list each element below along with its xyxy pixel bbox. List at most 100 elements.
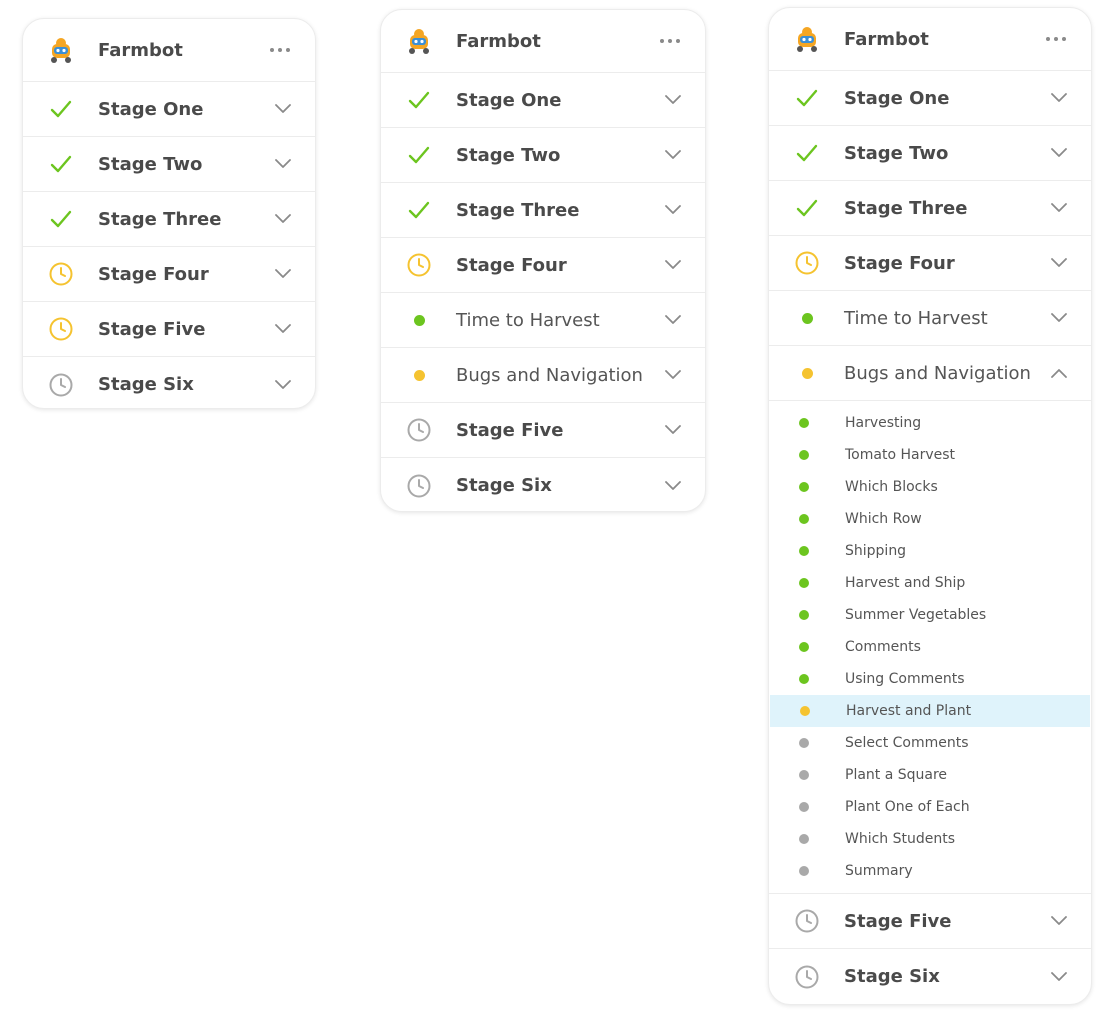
stage-row[interactable]: Stage Four (381, 238, 705, 293)
app-title: Farmbot (844, 28, 929, 50)
stage-row[interactable]: Time to Harvest (769, 291, 1091, 346)
lesson-item[interactable]: Which Students (769, 823, 1091, 855)
clock-icon (405, 472, 433, 500)
stage-row[interactable]: Stage Five (23, 302, 315, 357)
chevron-down-icon[interactable] (665, 480, 681, 491)
panel-header: Farmbot (23, 19, 315, 82)
lesson-item[interactable]: Plant a Square (769, 759, 1091, 791)
status-dot (799, 802, 809, 812)
lesson-item[interactable]: Harvest and Ship (769, 567, 1091, 599)
dot-icon (793, 304, 821, 332)
stage-panel-collapsed: Farmbot Stage One Stage Two Stage Three Stag… (22, 18, 316, 409)
chevron-down-icon[interactable] (275, 379, 291, 390)
lesson-item[interactable]: Summer Vegetables (769, 599, 1091, 631)
lesson-item[interactable]: Tomato Harvest (769, 439, 1091, 471)
status-dot (799, 866, 809, 876)
status-dot (799, 546, 809, 556)
panel-header: Farmbot (381, 10, 705, 73)
chevron-down-icon[interactable] (665, 95, 681, 105)
lesson-item[interactable]: Shipping (769, 535, 1091, 567)
clock-icon (47, 371, 75, 399)
stage-row[interactable]: Stage Four (769, 236, 1091, 291)
check-icon (47, 95, 75, 123)
check-icon (793, 194, 821, 222)
stage-label: Stage Four (98, 263, 209, 285)
status-dot (799, 578, 809, 588)
stage-row[interactable]: Stage Five (381, 403, 705, 458)
stage-label: Stage Two (98, 153, 203, 175)
stage-row[interactable]: Stage Five (769, 894, 1091, 949)
chevron-down-icon[interactable] (665, 260, 681, 270)
stage-row[interactable]: Stage One (23, 82, 315, 137)
more-dots-icon[interactable] (1045, 36, 1067, 42)
chevron-down-icon[interactable] (665, 315, 681, 325)
chevron-down-icon[interactable] (1051, 203, 1067, 213)
stage-label: Bugs and Navigation (844, 362, 1031, 384)
stage-label: Stage Six (844, 966, 940, 987)
stage-row[interactable]: Stage Two (381, 128, 705, 183)
chevron-down-icon[interactable] (665, 425, 681, 435)
stage-row[interactable]: Stage Three (23, 192, 315, 247)
lesson-item[interactable]: Harvesting (769, 407, 1091, 439)
chevron-down-icon[interactable] (1051, 148, 1067, 158)
stage-panel-lessons-expanded: Farmbot Stage One Stage Two Stage Three Stag… (768, 7, 1092, 1005)
stage-row[interactable]: Stage Two (23, 137, 315, 192)
stage-row-expanded[interactable]: Bugs and Navigation (769, 346, 1091, 401)
lesson-item[interactable]: Using Comments (769, 663, 1091, 695)
status-dot (799, 674, 809, 684)
lesson-item[interactable]: Which Blocks (769, 471, 1091, 503)
stage-row[interactable]: Stage One (769, 71, 1091, 126)
stage-label: Bugs and Navigation (456, 364, 643, 386)
clock-icon (793, 249, 821, 277)
chevron-down-icon[interactable] (1051, 313, 1067, 323)
chevron-down-icon[interactable] (1051, 93, 1067, 103)
chevron-down-icon[interactable] (665, 150, 681, 160)
stage-row[interactable]: Stage One (381, 73, 705, 128)
stage-row[interactable]: Stage Four (23, 247, 315, 302)
chevron-down-icon[interactable] (1051, 916, 1067, 926)
status-dot (799, 834, 809, 844)
check-icon (793, 139, 821, 167)
stage-row[interactable]: Stage Three (769, 181, 1091, 236)
farmbot-robot-icon (47, 36, 75, 64)
more-dots-icon[interactable] (269, 47, 291, 53)
chevron-down-icon[interactable] (665, 205, 681, 215)
stage-row[interactable]: Bugs and Navigation (381, 348, 705, 403)
chevron-down-icon[interactable] (1051, 258, 1067, 268)
check-icon (405, 196, 433, 224)
lesson-item[interactable]: Comments (769, 631, 1091, 663)
check-icon (405, 141, 433, 169)
lesson-item-selected[interactable]: Harvest and Plant (770, 695, 1090, 727)
stage-row[interactable]: Stage Three (381, 183, 705, 238)
stage-label: Stage Six (98, 374, 194, 395)
stage-row[interactable]: Stage Two (769, 126, 1091, 181)
lesson-item[interactable]: Select Comments (769, 727, 1091, 759)
panel-header: Farmbot (769, 8, 1091, 71)
clock-icon (47, 315, 75, 343)
stage-row[interactable]: Stage Six (769, 949, 1091, 1004)
chevron-down-icon[interactable] (1051, 971, 1067, 982)
chevron-down-icon[interactable] (275, 104, 291, 114)
chevron-down-icon[interactable] (275, 214, 291, 224)
dot-icon (405, 306, 433, 334)
app-title: Farmbot (98, 39, 183, 61)
lesson-item[interactable]: Plant One of Each (769, 791, 1091, 823)
lesson-item[interactable]: Summary (769, 855, 1091, 887)
stage-row[interactable]: Stage Six (23, 357, 315, 408)
stage-label: Stage Four (844, 252, 955, 274)
lesson-item[interactable]: Which Row (769, 503, 1091, 535)
lesson-label: Summer Vegetables (845, 607, 987, 623)
chevron-down-icon[interactable] (275, 269, 291, 279)
clock-icon (47, 260, 75, 288)
farmbot-robot-icon (793, 25, 821, 53)
chevron-down-icon[interactable] (665, 370, 681, 380)
lesson-label: Comments (845, 639, 921, 655)
stage-row[interactable]: Time to Harvest (381, 293, 705, 348)
more-dots-icon[interactable] (659, 38, 681, 44)
stage-label: Stage One (456, 89, 562, 111)
chevron-down-icon[interactable] (275, 324, 291, 334)
chevron-down-icon[interactable] (275, 159, 291, 169)
stage-label: Time to Harvest (844, 307, 988, 329)
stage-row[interactable]: Stage Six (381, 458, 705, 511)
chevron-up-icon[interactable] (1051, 368, 1067, 378)
